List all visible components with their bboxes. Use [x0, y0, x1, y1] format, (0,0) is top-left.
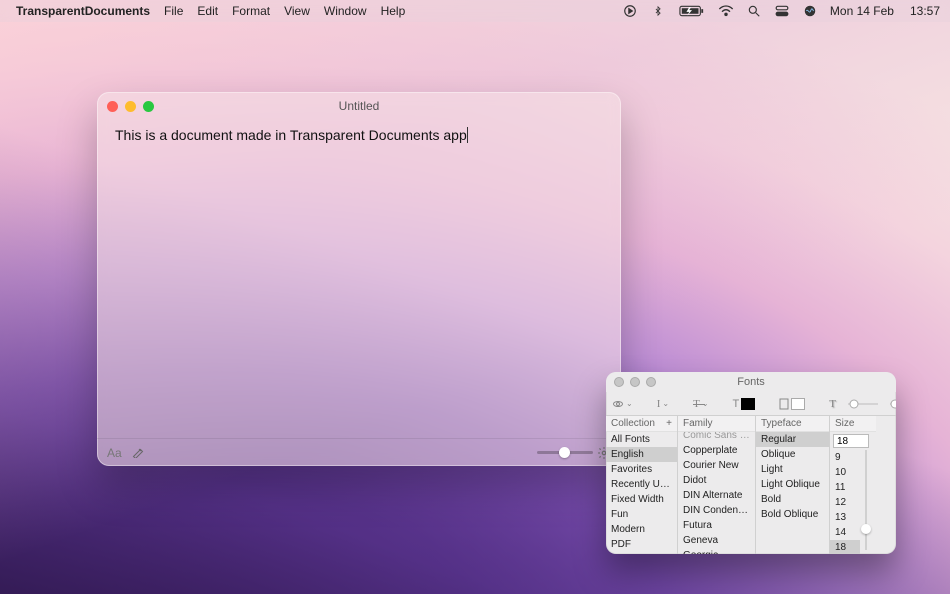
menu-edit[interactable]: Edit	[197, 4, 218, 18]
typeface-row[interactable]: Light	[756, 462, 829, 477]
collection-row[interactable]: Fixed Width	[606, 492, 677, 507]
fonts-window: Fonts ⌄ I⌄ T⌄ T T » Collection + All Fon…	[606, 372, 896, 554]
size-row[interactable]: 12	[830, 495, 860, 510]
document-title: Untitled	[97, 99, 621, 113]
document-footer: Aa	[97, 438, 621, 466]
spotlight-icon[interactable]	[746, 4, 762, 18]
app-menu[interactable]: TransparentDocuments	[16, 4, 150, 18]
typeface-list[interactable]: RegularObliqueLightLight ObliqueBoldBold…	[756, 432, 829, 554]
shadow-opacity-slider[interactable]	[848, 399, 878, 409]
shadow-button[interactable]: T	[829, 398, 836, 410]
document-window: Untitled This is a document made in Tran…	[97, 92, 621, 466]
menubar-time[interactable]: 13:57	[910, 4, 940, 18]
menu-file[interactable]: File	[164, 4, 183, 18]
size-list[interactable]: 91011121314182436	[830, 450, 860, 554]
underline-button[interactable]: I⌄	[657, 398, 669, 410]
family-row[interactable]: Futura	[678, 518, 755, 533]
wifi-icon[interactable]	[718, 5, 734, 17]
collection-row[interactable]: Favorites	[606, 462, 677, 477]
menu-view[interactable]: View	[284, 4, 310, 18]
bluetooth-icon[interactable]	[650, 4, 666, 18]
typeface-row[interactable]: Oblique	[756, 447, 829, 462]
text-cursor	[467, 127, 468, 143]
family-row[interactable]: Courier New	[678, 458, 755, 473]
opacity-slider[interactable]	[537, 446, 611, 460]
size-slider[interactable]	[859, 450, 873, 550]
text-color-swatch[interactable]: T	[733, 398, 756, 410]
menubar: TransparentDocuments File Edit Format Vi…	[0, 0, 950, 22]
typeface-row[interactable]: Regular	[756, 432, 829, 447]
family-row[interactable]: Geneva	[678, 533, 755, 548]
size-column: Size 91011121314182436	[830, 416, 876, 554]
menu-format[interactable]: Format	[232, 4, 270, 18]
shadow-blur-slider[interactable]	[890, 399, 896, 409]
typeface-column: Typeface RegularObliqueLightLight Obliqu…	[756, 416, 830, 554]
menu-window[interactable]: Window	[324, 4, 367, 18]
collection-row[interactable]: All Fonts	[606, 432, 677, 447]
document-color-swatch[interactable]	[779, 398, 805, 410]
size-header: Size	[835, 418, 854, 429]
size-row[interactable]: 18	[830, 540, 860, 554]
family-header: Family	[683, 418, 712, 429]
family-row[interactable]: DIN Condensed	[678, 503, 755, 518]
typeface-row[interactable]: Light Oblique	[756, 477, 829, 492]
size-row[interactable]: 9	[830, 450, 860, 465]
siri-icon[interactable]	[802, 4, 818, 18]
collection-row[interactable]: Modern	[606, 522, 677, 537]
size-row[interactable]: 10	[830, 465, 860, 480]
family-column: Family Comic Sans MS CopperplateCourier …	[678, 416, 756, 554]
typeface-row[interactable]: Bold	[756, 492, 829, 507]
document-text-area[interactable]: This is a document made in Transparent D…	[97, 120, 621, 438]
size-row[interactable]: 14	[830, 525, 860, 540]
battery-icon[interactable]	[678, 4, 706, 18]
typeface-row[interactable]: Bold Oblique	[756, 507, 829, 522]
fonts-title: Fonts	[606, 376, 896, 388]
family-row[interactable]: Copperplate	[678, 443, 755, 458]
collection-header: Collection	[611, 418, 655, 429]
font-style-button[interactable]: Aa	[107, 446, 122, 460]
document-text: This is a document made in Transparent D…	[115, 127, 467, 143]
family-list[interactable]: Comic Sans MS CopperplateCourier NewDido…	[678, 432, 755, 554]
opacity-slider-thumb[interactable]	[559, 447, 570, 458]
collection-row[interactable]: Fun	[606, 507, 677, 522]
menu-help[interactable]: Help	[381, 4, 406, 18]
collection-row[interactable]: PDF	[606, 537, 677, 552]
size-row[interactable]: 13	[830, 510, 860, 525]
size-input[interactable]	[833, 434, 869, 448]
collection-row[interactable]: Traditional	[606, 552, 677, 554]
size-row[interactable]: 11	[830, 480, 860, 495]
family-row[interactable]: Georgia	[678, 548, 755, 554]
collection-row[interactable]: English	[606, 447, 677, 462]
menubar-right: Mon 14 Feb 13:57	[622, 4, 940, 18]
collection-list[interactable]: All FontsEnglishFavoritesRecently UsedFi…	[606, 432, 677, 554]
family-row[interactable]: DIN Alternate	[678, 488, 755, 503]
fonts-toolbar: ⌄ I⌄ T⌄ T T »	[606, 392, 896, 416]
typeface-header: Typeface	[761, 418, 802, 429]
strikethrough-button[interactable]: T⌄	[693, 398, 708, 410]
collection-column: Collection + All FontsEnglishFavoritesRe…	[606, 416, 678, 554]
menubar-date[interactable]: Mon 14 Feb	[830, 4, 894, 18]
fonts-titlebar[interactable]: Fonts	[606, 372, 896, 392]
size-slider-thumb[interactable]	[861, 524, 871, 534]
document-titlebar[interactable]: Untitled	[97, 92, 621, 120]
video-icon[interactable]	[622, 4, 638, 18]
fonts-columns: Collection + All FontsEnglishFavoritesRe…	[606, 416, 896, 554]
text-color-button[interactable]	[132, 446, 144, 460]
family-row[interactable]: Didot	[678, 473, 755, 488]
collection-row[interactable]: Recently Used	[606, 477, 677, 492]
family-row-cut[interactable]: Comic Sans MS	[678, 432, 755, 443]
control-center-icon[interactable]	[774, 5, 790, 17]
favorites-dropdown[interactable]: ⌄	[612, 398, 633, 410]
add-collection-button[interactable]: +	[666, 418, 672, 429]
